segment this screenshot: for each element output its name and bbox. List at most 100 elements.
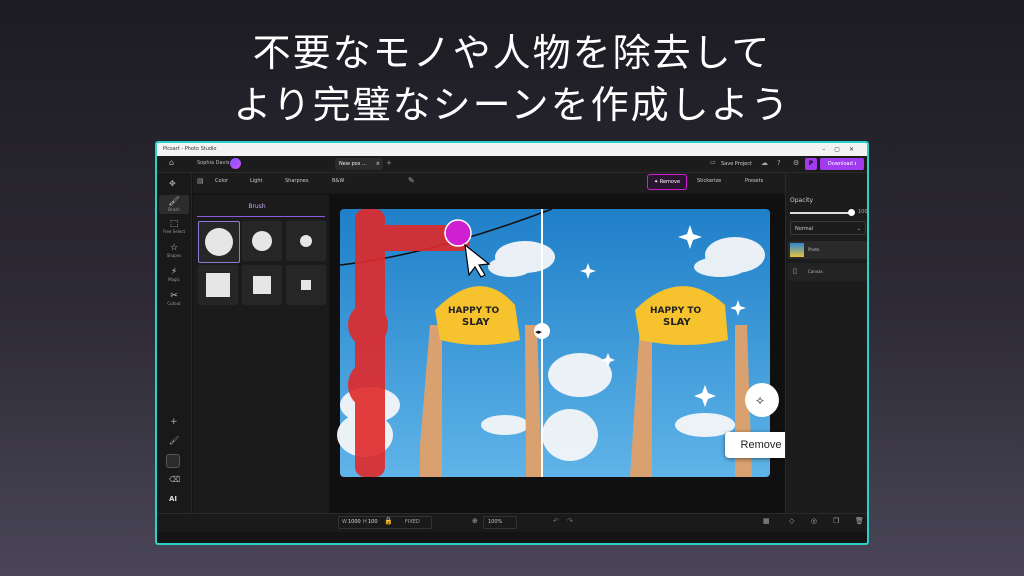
- add-tab-button[interactable]: +: [386, 159, 392, 167]
- window-titlebar: Picsart - Photo Studio –▢✕: [157, 143, 867, 156]
- height-value[interactable]: 100: [368, 519, 378, 525]
- user-name[interactable]: Sophia Davis: [197, 160, 230, 166]
- tab-project[interactable]: New pos ... ×: [335, 158, 383, 170]
- tab-close-icon[interactable]: ×: [376, 158, 380, 170]
- opacity-slider[interactable]: [790, 212, 854, 214]
- scissors-icon: ✂: [170, 291, 178, 301]
- canvas-image[interactable]: HAPPY TO SLAY HAPPY TO SLAY ◂▸ ✧: [330, 195, 785, 513]
- zoom-select[interactable]: 100%: [483, 516, 517, 529]
- fixed-select[interactable]: FIXED: [405, 519, 420, 525]
- download-button[interactable]: Download ⭳: [820, 158, 864, 170]
- undo-icon[interactable]: ↶: [553, 517, 559, 525]
- opacity-label: Opacity: [790, 197, 814, 204]
- brush-panel-title: Brush: [248, 203, 266, 210]
- shape-icon[interactable]: ◇: [789, 517, 794, 525]
- eraser-icon[interactable]: ⌫: [169, 475, 180, 484]
- grid-icon[interactable]: ▦: [763, 517, 770, 525]
- lasso-icon: ⬚: [169, 219, 179, 229]
- canvas-area[interactable]: HAPPY TO SLAY HAPPY TO SLAY ◂▸ ✧ Remove: [330, 195, 797, 513]
- rail-item-label: Magic: [168, 277, 180, 282]
- home-icon[interactable]: ⌂: [169, 158, 174, 167]
- layer-name: Canvas: [808, 269, 823, 274]
- trash-icon[interactable]: 🗑: [855, 517, 864, 525]
- brush-panel: Brush: [193, 195, 329, 513]
- brush-tool-icon[interactable]: ✎: [408, 176, 415, 185]
- brush-square-m[interactable]: [242, 265, 282, 305]
- rail-item-magic[interactable]: ⚡ Magic: [159, 267, 189, 282]
- pro-badge[interactable]: P: [805, 158, 817, 170]
- headline-line-2: より完璧なシーンを作成しよう: [233, 83, 791, 127]
- brush-panel-underline: [197, 216, 325, 217]
- brush-size-xl[interactable]: [198, 221, 240, 263]
- opacity-slider-handle[interactable]: [848, 209, 855, 216]
- brush-square: [301, 280, 311, 290]
- brush-small-icon[interactable]: 🖌: [169, 436, 179, 445]
- document-icon: ▯: [793, 267, 797, 275]
- mask-icon[interactable]: [166, 454, 180, 468]
- brush-dot: [252, 231, 272, 251]
- save-project-button[interactable]: Save Project: [721, 161, 752, 167]
- help-icon[interactable]: ?: [777, 159, 781, 167]
- color-button[interactable]: Color: [215, 178, 228, 184]
- cap-text: HAPPY TO: [650, 306, 701, 316]
- bottom-bar: W 1000 H 100 🔒 FIXED ⊕ 100% ↶ ↷ ▦ ◇ ◎ ❐ …: [157, 513, 867, 532]
- remove-label: Remove: [659, 179, 681, 185]
- window-title: Picsart - Photo Studio: [163, 146, 217, 152]
- brush-square: [253, 276, 271, 294]
- settings-icon[interactable]: ⚙: [793, 159, 799, 167]
- magic-wand-icon: ⚡: [170, 267, 178, 277]
- tool-rail: ✥ 🖌 Brush ⬚ Free Select ☆ Shapes ⚡ Magic…: [157, 173, 192, 513]
- rail-item-label: Cutout: [167, 301, 181, 306]
- redo-icon[interactable]: ↷: [567, 517, 573, 525]
- zoom-value: 100%: [488, 519, 503, 525]
- zoom-icon[interactable]: ⊕: [472, 517, 478, 525]
- rail-item-label: Brush: [168, 207, 180, 212]
- rail-item-shapes[interactable]: ☆ Shapes: [159, 243, 189, 258]
- tab-label: New pos ...: [339, 161, 367, 167]
- eraser-tool-icon: ✧: [755, 394, 765, 408]
- save-icon[interactable]: ▭: [710, 159, 716, 166]
- layer-thumbnail: [790, 243, 804, 257]
- remove-button[interactable]: ✦ Remove: [647, 174, 687, 190]
- brush-cursor: [444, 219, 472, 247]
- avatar[interactable]: [230, 158, 241, 169]
- light-button[interactable]: Light: [250, 178, 262, 184]
- width-value[interactable]: 1000: [348, 519, 361, 525]
- bw-button[interactable]: B&W: [332, 178, 344, 184]
- ai-button[interactable]: AI: [169, 495, 177, 503]
- brush-size-l[interactable]: [242, 221, 282, 261]
- merge-icon[interactable]: ◎: [811, 517, 817, 525]
- stickerize-button[interactable]: Stickerize: [697, 178, 721, 184]
- layers-icon[interactable]: ▤: [197, 177, 204, 185]
- presets-button[interactable]: Presets: [745, 178, 763, 184]
- rail-item-free-select[interactable]: ⬚ Free Select: [159, 219, 189, 234]
- rail-item-cutout[interactable]: ✂ Cutout: [159, 291, 189, 306]
- brush-square-s[interactable]: [286, 265, 326, 305]
- move-icon[interactable]: ✥: [169, 179, 176, 188]
- width-label: W: [342, 519, 347, 525]
- height-label: H: [363, 519, 367, 525]
- cap-text: SLAY: [462, 317, 490, 328]
- add-icon[interactable]: +: [170, 417, 178, 427]
- rail-item-brush[interactable]: 🖌 Brush: [159, 195, 189, 214]
- window-controls[interactable]: –▢✕: [822, 143, 863, 156]
- top-bar: ⌂ Sophia Davis New pos ... × + ▭ Save Pr…: [157, 156, 867, 173]
- layer-photo[interactable]: Photo: [788, 241, 867, 259]
- cloud-icon[interactable]: ☁: [761, 159, 768, 167]
- headline-line-1: 不要なモノや人物を除去して: [252, 31, 772, 75]
- duplicate-icon[interactable]: ❐: [833, 517, 839, 525]
- chevron-down-icon: ⌄: [856, 226, 861, 232]
- brush-dot: [300, 235, 312, 247]
- layer-canvas[interactable]: ▯ Canvas: [788, 263, 867, 281]
- brush-square-l[interactable]: [198, 265, 238, 305]
- opacity-value: 100: [858, 209, 868, 215]
- blend-mode-value: Normal: [795, 226, 814, 232]
- cap-text: HAPPY TO: [448, 306, 499, 316]
- rail-item-label: Shapes: [166, 253, 182, 258]
- brush-size-m[interactable]: [286, 221, 326, 261]
- lock-icon[interactable]: 🔒: [384, 517, 393, 525]
- download-label: Download: [827, 161, 853, 167]
- app-window: Picsart - Photo Studio –▢✕ ⌂ Sophia Davi…: [155, 141, 869, 545]
- blend-mode-select[interactable]: Normal ⌄: [790, 221, 866, 235]
- sharpness-button[interactable]: Sharpnes: [285, 178, 309, 184]
